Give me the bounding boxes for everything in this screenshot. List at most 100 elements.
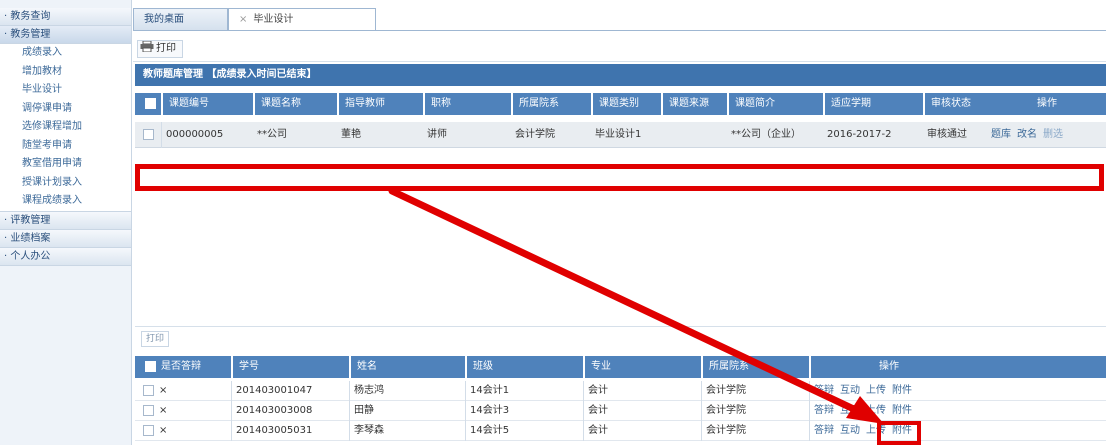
print-label: 打印 xyxy=(156,43,176,54)
sidebar-group-performance[interactable]: · 业绩档案 xyxy=(0,229,131,248)
col-category[interactable]: 课题类别 xyxy=(591,93,661,115)
cell-name: 杨志鸿 xyxy=(349,381,384,401)
sidebar-group-academic[interactable]: · 教务管理 xyxy=(0,26,131,44)
table-row: × 201403005031 李琴森 14会计5 会计 会计学院 答辩 互动 上传附… xyxy=(135,421,1106,441)
cell-status: 审核通过 xyxy=(927,129,967,140)
row-checkbox[interactable] xyxy=(139,401,154,421)
cell-topic-id: 000000005 xyxy=(161,122,223,148)
cell-major: 会计 xyxy=(583,421,608,441)
cell-class: 14会计1 xyxy=(465,381,509,401)
col-student-id[interactable]: 学号 xyxy=(231,356,349,378)
table-row: × 201403001047 杨志鸿 14会计1 会计 会计学院 答辩 互动 上传附… xyxy=(135,381,1106,401)
sidebar-group-query[interactable]: · 教务查询 xyxy=(0,8,131,26)
cell-intro: **公司（企业） xyxy=(731,129,801,140)
col-dept[interactable]: 所属院系 xyxy=(511,93,591,115)
col-actions: 操作 xyxy=(1037,98,1057,109)
sidebar-item-grade-entry[interactable]: 成绩录入 xyxy=(0,44,131,63)
cell-dept: 会计学院 xyxy=(701,401,746,421)
cell-actions: 题库 改名 删选 xyxy=(987,122,1069,148)
highlight-upload-box xyxy=(877,421,921,445)
cell-student-id: 201403003008 xyxy=(231,401,312,421)
col-teacher[interactable]: 指导教师 xyxy=(337,93,423,115)
sidebar-item-course-grade[interactable]: 课程成绩录入 xyxy=(0,192,131,211)
upload-link[interactable]: 上传 xyxy=(866,405,886,416)
sidebar-item-quiz-apply[interactable]: 随堂考申请 xyxy=(0,136,131,155)
defense-link[interactable]: 答辩 xyxy=(814,425,834,436)
table-row: 000000005 **公司 董艳 讲师 会计学院 毕业设计1 **公司（企业）… xyxy=(135,122,1106,148)
defense-link[interactable]: 答辩 xyxy=(814,385,834,396)
col-source[interactable]: 课题来源 xyxy=(661,93,727,115)
tab-graduation-design[interactable]: × 毕业设计 xyxy=(228,8,376,30)
attachment-link[interactable]: 附件 xyxy=(892,405,912,416)
tab-graduation-design-label: 毕业设计 xyxy=(253,14,294,25)
cell-class: 14会计5 xyxy=(465,421,509,441)
cell-category: 毕业设计1 xyxy=(595,129,642,140)
sidebar-item-class-change[interactable]: 调停课申请 xyxy=(0,99,131,118)
col-name[interactable]: 姓名 xyxy=(349,356,465,378)
lower-toolbar: 打印 xyxy=(135,326,1106,348)
select-all-checkbox[interactable] xyxy=(139,93,156,115)
sidebar-item-add-textbook[interactable]: 增加教材 xyxy=(0,62,131,81)
print-button[interactable]: 打印 xyxy=(137,40,183,58)
cell-major: 会计 xyxy=(583,401,608,421)
cell-defense: × xyxy=(159,405,168,416)
cell-dept: 会计学院 xyxy=(701,421,746,441)
cell-name: 李琴森 xyxy=(349,421,384,441)
sidebar-group-evaluation[interactable]: · 评教管理 xyxy=(0,211,131,230)
cell-defense: × xyxy=(159,385,168,396)
tab-bar: 我的桌面 × 毕业设计 xyxy=(133,8,1106,31)
cell-major: 会计 xyxy=(583,381,608,401)
highlight-rectangle xyxy=(135,164,1104,191)
rename-link[interactable]: 改名 xyxy=(1017,129,1037,140)
interact-link[interactable]: 互动 xyxy=(840,405,860,416)
col-lower-dept[interactable]: 所属院系 xyxy=(701,356,809,378)
upload-link[interactable]: 上传 xyxy=(866,385,886,396)
cell-actions: 答辩 互动 上传 附件 xyxy=(809,381,918,401)
cell-dept: 会计学院 xyxy=(515,129,555,140)
attachment-link[interactable]: 附件 xyxy=(892,385,912,396)
sidebar: · 教务查询 · 教务管理 成绩录入 增加教材 毕业设计 调停课申请 选修课程增… xyxy=(0,0,132,445)
col-defense[interactable]: 是否答辩 xyxy=(155,356,231,378)
interact-link[interactable]: 互动 xyxy=(840,385,860,396)
lower-print-button[interactable]: 打印 xyxy=(141,331,170,347)
printer-icon xyxy=(140,40,154,53)
col-class[interactable]: 班级 xyxy=(465,356,583,378)
cell-defense: × xyxy=(159,425,168,436)
col-topic-id[interactable]: 课题编号 xyxy=(161,93,253,115)
col-intro[interactable]: 课题简介 xyxy=(727,93,823,115)
select-all-checkbox[interactable] xyxy=(139,356,156,378)
table-row: × 201403003008 田静 14会计3 会计 会计学院 答辩 互动 上传 附件 xyxy=(135,401,1106,421)
panel-title: 教师题库管理 【成绩录入时间已结束】 xyxy=(135,64,1106,86)
defense-link[interactable]: 答辩 xyxy=(814,405,834,416)
row-checkbox[interactable] xyxy=(139,381,154,401)
sidebar-item-graduation-design[interactable]: 毕业设计 xyxy=(0,81,131,100)
cell-name: 田静 xyxy=(349,401,374,421)
cell-title: 讲师 xyxy=(427,129,447,140)
sidebar-item-elective-add[interactable]: 选修课程增加 xyxy=(0,118,131,137)
sidebar-group-office[interactable]: · 个人办公 xyxy=(0,247,131,266)
upper-table-header: 课题编号 课题名称 指导教师 职称 所属院系 课题类别 课题来源 课题简介 适应… xyxy=(135,93,1106,115)
cell-class: 14会计3 xyxy=(465,401,509,421)
col-major[interactable]: 专业 xyxy=(583,356,701,378)
tab-desktop-label: 我的桌面 xyxy=(144,14,184,25)
cell-student-id: 201403005031 xyxy=(231,421,312,441)
select-link[interactable]: 删选 xyxy=(1043,129,1063,140)
tab-desktop[interactable]: 我的桌面 xyxy=(133,8,228,30)
col-term[interactable]: 适应学期 xyxy=(823,93,923,115)
sidebar-item-teaching-plan[interactable]: 授课计划录入 xyxy=(0,173,131,192)
col-topic-name[interactable]: 课题名称 xyxy=(253,93,337,115)
cell-student-id: 201403001047 xyxy=(231,381,312,401)
row-checkbox[interactable] xyxy=(139,122,154,148)
col-title[interactable]: 职称 xyxy=(423,93,511,115)
col-lower-actions: 操作 xyxy=(879,361,899,372)
cell-topic-name: **公司 xyxy=(257,129,287,140)
cell-term: 2016-2017-2 xyxy=(827,129,892,140)
col-status[interactable]: 审核状态 xyxy=(923,93,995,115)
row-checkbox[interactable] xyxy=(139,421,154,441)
sidebar-item-classroom-borrow[interactable]: 教室借用申请 xyxy=(0,155,131,174)
lower-table-header: 是否答辩 学号 姓名 班级 专业 所属院系 操作 xyxy=(135,356,1106,378)
close-icon[interactable]: × xyxy=(239,14,247,25)
question-bank-link[interactable]: 题库 xyxy=(991,129,1011,140)
sidebar-submenu: 成绩录入 增加教材 毕业设计 调停课申请 选修课程增加 随堂考申请 教室借用申请… xyxy=(0,44,131,212)
interact-link[interactable]: 互动 xyxy=(840,425,860,436)
